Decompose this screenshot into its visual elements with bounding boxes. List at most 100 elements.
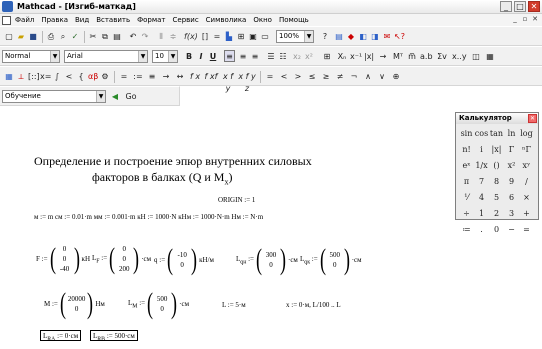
copy-icon[interactable]: ⧉ xyxy=(100,31,110,43)
key-abs[interactable]: |x| xyxy=(489,142,504,158)
matrix-toolbar-icon[interactable]: ⊞ xyxy=(322,51,332,63)
chevron-down-icon[interactable]: ▼ xyxy=(50,51,59,62)
key-pi[interactable]: π xyxy=(459,174,474,190)
bold-button[interactable]: B xyxy=(184,51,194,63)
insert-unit-icon[interactable]: [] xyxy=(200,31,210,43)
key-power[interactable]: xʸ xyxy=(519,158,534,174)
eval-symbolic-button[interactable]: → xyxy=(160,71,172,83)
key-square[interactable]: x² xyxy=(504,158,519,174)
picture-toolbar-icon[interactable]: ◫ xyxy=(470,51,482,63)
resource-select[interactable]: Обучение ▼ xyxy=(2,90,106,103)
graph-toolbar-icon[interactable]: ⟂ xyxy=(16,71,26,83)
key-4[interactable]: 4 xyxy=(474,190,489,206)
prefix-operator-button[interactable]: f x xyxy=(188,71,202,83)
origin-definition[interactable]: ORIGIN := 1 xyxy=(218,196,255,204)
cut-icon[interactable]: ✂ xyxy=(88,31,98,43)
insert-matrix-icon[interactable]: ⊞ xyxy=(236,31,246,43)
minimize-button[interactable]: _ xyxy=(500,1,512,12)
italic-button[interactable]: I xyxy=(196,51,206,63)
key-2[interactable]: 2 xyxy=(489,206,504,222)
postfix-operator-button[interactable]: f xf xyxy=(204,71,218,83)
q-definition[interactable]: q := ( -10 0 ) кН/м xyxy=(154,240,214,280)
Lqk-definition[interactable]: Lqк := ( 500 0 ) ·см xyxy=(300,240,362,280)
bool-not-button[interactable]: ¬ xyxy=(348,71,360,83)
greek-toolbar-icon[interactable]: αβ xyxy=(88,71,98,83)
abs-toolbar-icon[interactable]: |x| xyxy=(364,51,374,63)
bool-and-button[interactable]: ∧ xyxy=(362,71,374,83)
LRB-definition[interactable]: LRB := 500·см xyxy=(90,330,138,342)
key-define[interactable]: ≔ xyxy=(459,222,474,238)
style-select[interactable]: Normal ▼ xyxy=(2,50,60,63)
key-3[interactable]: 3 xyxy=(504,206,519,222)
matrix-toolbar-button[interactable]: [::] xyxy=(28,71,40,83)
doc-close-button[interactable]: ✕ xyxy=(530,15,540,24)
key-imaginary[interactable]: i xyxy=(474,142,489,158)
dot-product-icon[interactable]: a.b xyxy=(420,51,433,63)
bool-or-button[interactable]: ∨ xyxy=(376,71,388,83)
doc-minimize-button[interactable]: _ xyxy=(510,15,520,24)
calculate-icon[interactable]: = xyxy=(212,31,222,43)
key-division-sign[interactable]: ÷ xyxy=(459,206,474,222)
print-icon[interactable]: ⎙ xyxy=(46,31,56,43)
eval-global-button[interactable]: ≡ xyxy=(146,71,158,83)
vector-toolbar-icon[interactable]: Xₙ xyxy=(336,51,348,63)
key-6[interactable]: 6 xyxy=(504,190,519,206)
power-toolbar-icon[interactable]: x⁻¹ xyxy=(350,51,362,63)
key-reciprocal[interactable]: 1/x xyxy=(474,158,489,174)
eval-equal-button[interactable]: = xyxy=(118,71,130,83)
doc-restore-button[interactable]: ▫ xyxy=(520,15,530,24)
key-nth-root[interactable]: ⁿΓ xyxy=(519,142,534,158)
insert-component-icon[interactable]: ▣ xyxy=(248,31,258,43)
chevron-down-icon[interactable]: ▼ xyxy=(304,31,313,42)
key-multiply[interactable]: × xyxy=(519,190,534,206)
key-log[interactable]: log xyxy=(519,126,534,142)
key-9[interactable]: 9 xyxy=(504,174,519,190)
bool-less-button[interactable]: < xyxy=(278,71,290,83)
menu-file[interactable]: Файл xyxy=(15,16,34,24)
calculus-toolbar-icon[interactable]: ∫ xyxy=(52,71,62,83)
document-icon[interactable] xyxy=(2,15,11,25)
print-preview-icon[interactable]: ⌕ xyxy=(58,31,68,43)
run-icon[interactable]: ▭ xyxy=(260,31,270,43)
align-right-icon[interactable]: ≡ xyxy=(250,51,260,63)
programming-toolbar-icon[interactable]: { xyxy=(76,71,86,83)
quicksheets-icon[interactable]: ◆ xyxy=(346,31,356,43)
open-icon[interactable]: ▰ xyxy=(16,31,26,43)
subscript-icon[interactable]: x₂ xyxy=(292,51,302,63)
key-minus[interactable]: − xyxy=(504,222,519,238)
zoom-select[interactable]: 100% ▼ xyxy=(276,30,314,43)
bool-xor-button[interactable]: ⊕ xyxy=(390,71,402,83)
new-icon[interactable]: ▢ xyxy=(4,31,14,43)
infix-operator-button[interactable]: x f y xyxy=(220,71,236,93)
LF-definition[interactable]: LF := ( 0 0 200 ) ·см xyxy=(92,234,151,284)
matrix-grid-icon[interactable]: ▦ xyxy=(484,51,496,63)
maximize-button[interactable]: □ xyxy=(514,1,526,12)
mail-icon[interactable]: ✉ xyxy=(382,31,392,43)
sum-vector-icon[interactable]: Σv xyxy=(436,51,448,63)
key-parens[interactable]: () xyxy=(489,158,504,174)
align-down-icon[interactable]: ≑ xyxy=(168,31,178,43)
menu-format[interactable]: Формат xyxy=(137,16,165,24)
eval-keyword-button[interactable]: ↔ xyxy=(174,71,186,83)
key-5[interactable]: 5 xyxy=(489,190,504,206)
key-7[interactable]: 7 xyxy=(474,174,489,190)
transpose-icon[interactable]: Mᵀ xyxy=(392,51,404,63)
calculator-close-button[interactable]: ✕ xyxy=(528,114,537,123)
close-button[interactable]: ✕ xyxy=(528,1,540,12)
bool-greater-button[interactable]: > xyxy=(292,71,304,83)
undo-icon[interactable]: ↶ xyxy=(128,31,138,43)
font-size-select[interactable]: 10 ▼ xyxy=(152,50,178,63)
key-sin[interactable]: sin xyxy=(459,126,474,142)
superscript-icon[interactable]: x² xyxy=(304,51,314,63)
spell-check-icon[interactable]: ✓ xyxy=(70,31,80,43)
help-icon[interactable]: ? xyxy=(320,31,330,43)
underline-button[interactable]: U xyxy=(208,51,218,63)
menu-symbolics[interactable]: Символика xyxy=(206,16,247,24)
menu-edit[interactable]: Правка xyxy=(41,16,68,24)
menu-view[interactable]: Вид xyxy=(75,16,89,24)
F-definition[interactable]: F := ( 0 0 -40 ) кН xyxy=(36,234,90,284)
insert-function-icon[interactable]: f(x) xyxy=(184,31,198,43)
key-exp[interactable]: eˣ xyxy=(459,158,474,174)
x-range-definition[interactable]: x := 0·м, L/100 .. L xyxy=(286,301,341,309)
align-across-icon[interactable]: ⫴ xyxy=(156,31,166,43)
